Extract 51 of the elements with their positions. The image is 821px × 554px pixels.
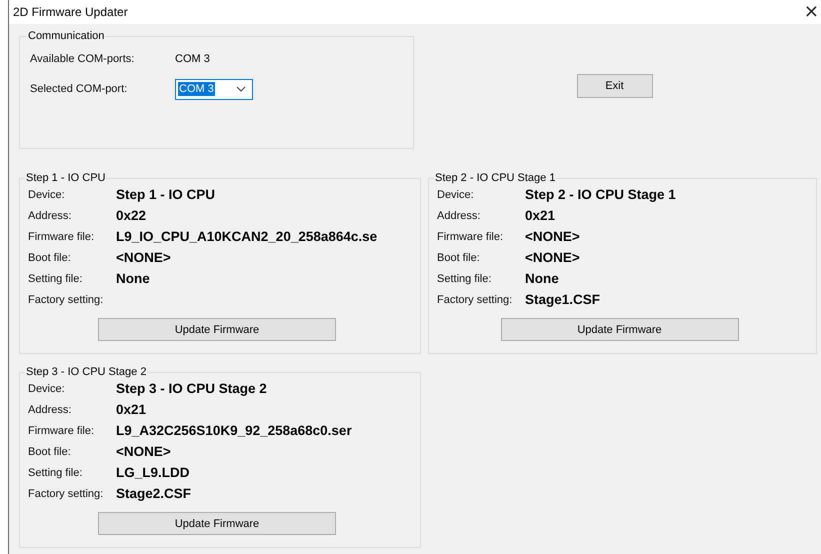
field-label: Address:: [28, 404, 72, 416]
field-label: Address:: [437, 210, 482, 222]
group-title: Step 2 - IO CPU Stage 1: [434, 172, 556, 184]
field-value: LG_L9.LDD: [116, 465, 190, 480]
field-value: <NONE>: [116, 444, 171, 459]
port-value: COM 3: [175, 53, 210, 65]
field-label: Firmware file:: [28, 424, 96, 436]
field-label: Device:: [28, 188, 66, 200]
field-value: <NONE>: [525, 229, 580, 244]
field-value: 0x21: [116, 402, 146, 417]
close-button[interactable]: ×: [804, 2, 821, 22]
field-label: Factory setting:: [28, 488, 104, 500]
field-value: Stage2.CSF: [116, 486, 192, 501]
chevron-down-icon: [236, 86, 246, 92]
field-value: Step 3 - IO CPU Stage 2: [116, 381, 267, 396]
port-dropdown[interactable]: COM 3: [175, 78, 253, 100]
field-label: Factory setting:: [437, 294, 514, 306]
field-label: Firmware file:: [437, 230, 504, 242]
field-label: Available COM-ports:: [30, 53, 136, 65]
field-value: L9_IO_CPU_A10KCAN2_20_258a864c.se: [116, 229, 378, 244]
field-label: Address:: [28, 210, 72, 222]
field-value: Step 1 - IO CPU: [116, 187, 216, 202]
window-title: 2D Firmware Updater: [13, 5, 128, 19]
group-title: Communication: [27, 30, 106, 42]
field-value: None: [525, 271, 559, 286]
field-label: Setting file:: [28, 272, 84, 284]
field-value: <NONE>: [525, 250, 580, 265]
field-label: Setting file:: [28, 466, 84, 478]
dropdown-value: COM 3: [178, 82, 215, 96]
field-value: L9_A32C256S10K9_92_258a68c0.ser: [116, 423, 352, 438]
exit-button[interactable]: Exit: [576, 74, 652, 98]
field-value: Stage1.CSF: [525, 292, 600, 307]
update-firmware-button[interactable]: Update Firmware: [98, 512, 336, 535]
field-label: Device:: [437, 188, 475, 200]
field-label: Selected COM-port:: [30, 83, 128, 95]
field-label: Device:: [28, 382, 66, 394]
group-title: Step 3 - IO CPU Stage 2: [25, 366, 148, 378]
field-label: Factory setting:: [28, 294, 104, 306]
field-value: Step 2 - IO CPU Stage 1: [525, 187, 676, 202]
group-title: Step 1 - IO CPU: [25, 172, 106, 184]
field-label: Boot file:: [28, 252, 72, 264]
field-label: Firmware file:: [28, 230, 96, 242]
field-label: Setting file:: [437, 272, 492, 284]
field-label: Boot file:: [437, 252, 481, 264]
update-firmware-button[interactable]: Update Firmware: [98, 318, 336, 341]
field-value: 0x21: [525, 208, 556, 223]
field-label: Boot file:: [28, 446, 72, 458]
update-firmware-button[interactable]: Update Firmware: [500, 318, 738, 341]
field-value: 0x22: [116, 208, 146, 223]
field-value: <NONE>: [116, 250, 171, 265]
field-value: None: [116, 271, 150, 286]
